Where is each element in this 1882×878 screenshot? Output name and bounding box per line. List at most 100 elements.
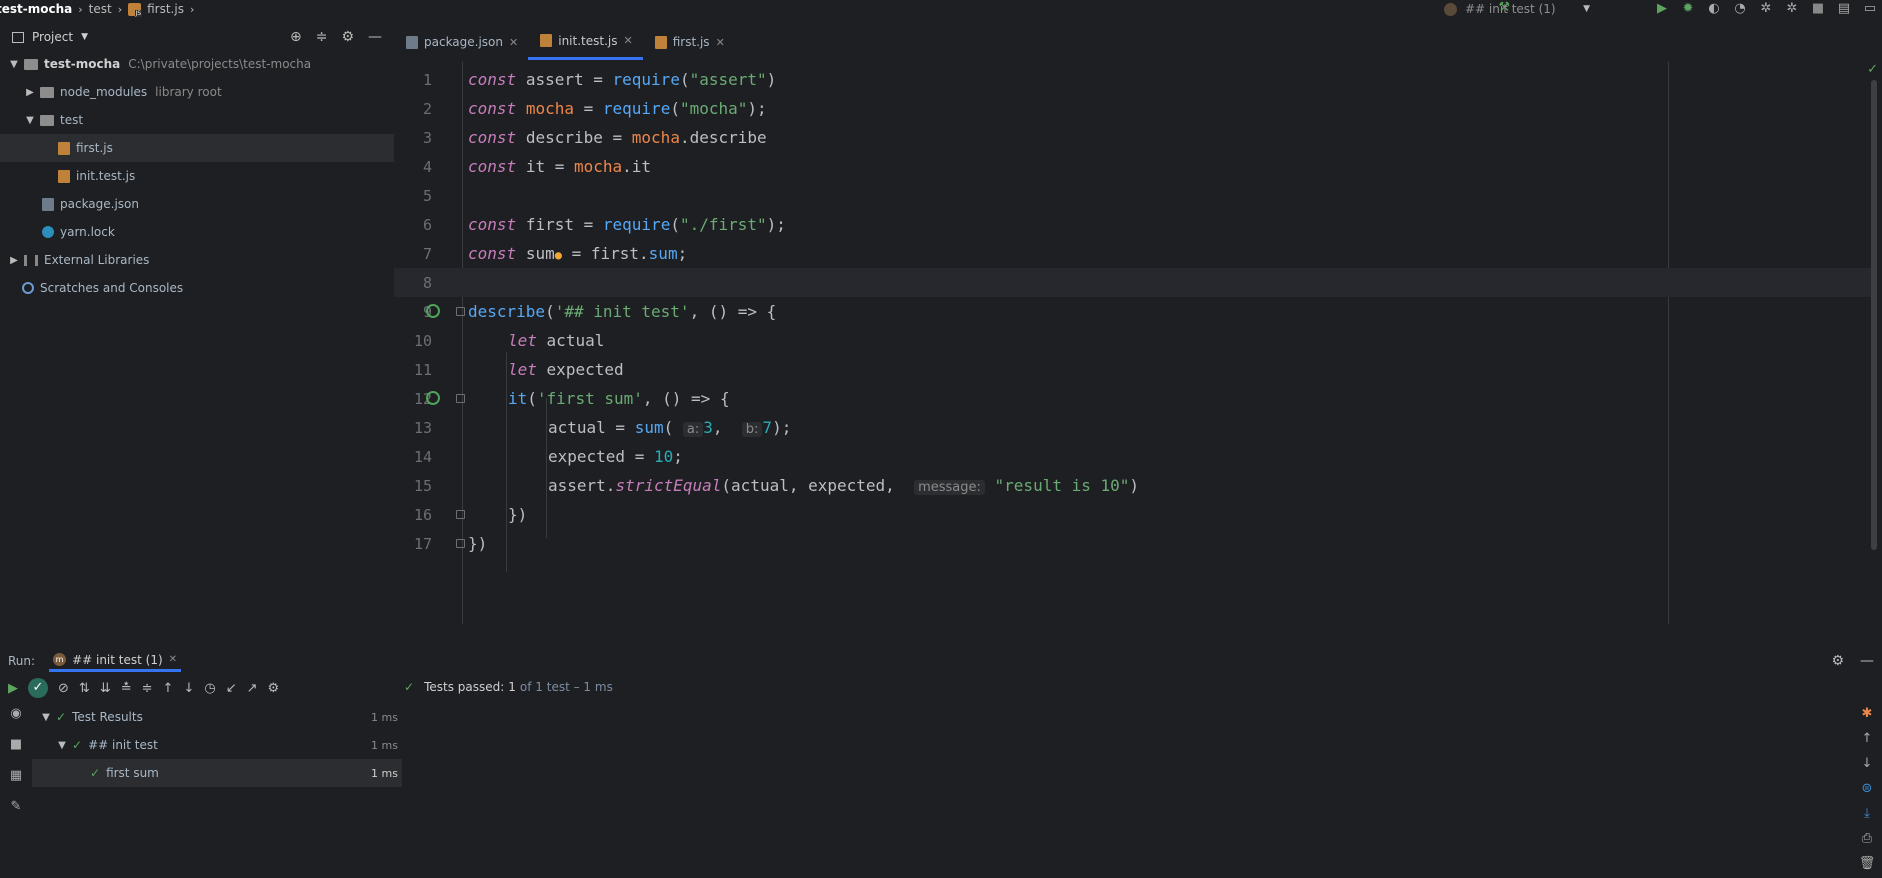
scroll-up-icon[interactable]: ↑ bbox=[1862, 731, 1873, 746]
code-line[interactable]: 9 describe('## init test', () => { bbox=[394, 297, 1872, 326]
next-failed-icon[interactable]: ↓ bbox=[183, 681, 194, 696]
tree-item-yarn-lock[interactable]: yarn.lock bbox=[0, 218, 394, 246]
code-line[interactable]: 6 const first = require("./first"); bbox=[394, 210, 1872, 239]
tree-item-test-folder[interactable]: ▼ test bbox=[0, 106, 394, 134]
run-configuration-select[interactable]: ## init test (1) ▼ bbox=[1438, 1, 1596, 17]
code-line[interactable]: 15 assert.strictEqual(actual, expected, … bbox=[394, 471, 1872, 500]
sort-alphabetically-icon[interactable]: ⇅ bbox=[79, 681, 90, 696]
chevron-down-icon[interactable]: ▼ bbox=[24, 115, 36, 126]
run-tab[interactable]: m ## init test (1) ✕ bbox=[49, 650, 182, 672]
no-problems-check-icon[interactable]: ✓ bbox=[1867, 62, 1878, 77]
fold-icon[interactable] bbox=[456, 510, 465, 519]
debug-point-icon[interactable]: ✱ bbox=[1862, 706, 1873, 721]
chevron-right-icon[interactable]: ▶ bbox=[24, 87, 36, 98]
test-console-output[interactable] bbox=[402, 700, 1852, 878]
code-line[interactable]: 3 const describe = mocha.describe bbox=[394, 123, 1872, 152]
test-result-root[interactable]: ▼ ✓ Test Results 1 ms bbox=[32, 703, 402, 731]
expand-all-icon[interactable]: ≛ bbox=[121, 681, 132, 696]
search-everywhere-icon[interactable]: ▭ bbox=[1862, 1, 1878, 17]
gear-icon[interactable]: ⚙ bbox=[268, 681, 280, 696]
layout-icon[interactable]: ▦ bbox=[10, 768, 22, 783]
import-tests-icon[interactable]: ↙ bbox=[226, 681, 237, 696]
code-line[interactable]: 1 const assert = require("assert") bbox=[394, 65, 1872, 94]
coverage-icon[interactable]: ◐ bbox=[1706, 1, 1722, 17]
editor-scrollbar[interactable] bbox=[1871, 80, 1877, 550]
pin-icon[interactable]: ✎ bbox=[11, 799, 22, 814]
tree-item-external-libraries[interactable]: ▶ External Libraries bbox=[0, 246, 394, 274]
chevron-down-icon[interactable]: ▼ bbox=[40, 712, 52, 723]
gear-icon[interactable]: ⚙ bbox=[1831, 653, 1844, 669]
code-line[interactable]: 11 let expected bbox=[394, 355, 1872, 384]
export-tests-icon[interactable]: ↗ bbox=[247, 681, 258, 696]
minimize-icon[interactable]: — bbox=[1860, 653, 1874, 669]
locate-file-icon[interactable]: ⊕ bbox=[290, 29, 302, 45]
trash-icon[interactable]: 🗑 bbox=[1859, 856, 1876, 871]
tree-item-label: test-mocha bbox=[44, 57, 121, 71]
soft-wrap-icon[interactable]: ⊜ bbox=[1862, 781, 1873, 796]
chevron-down-icon[interactable]: ▼ bbox=[81, 32, 88, 42]
code-line[interactable]: 4 const it = mocha.it bbox=[394, 152, 1872, 181]
test-history-icon[interactable]: ◷ bbox=[204, 681, 215, 696]
code-line[interactable]: 12 it('first sum', () => { bbox=[394, 384, 1872, 413]
project-view-select[interactable]: Project bbox=[32, 30, 73, 44]
sort-by-duration-icon[interactable]: ⇊ bbox=[100, 681, 111, 696]
chevron-right-icon[interactable]: ▶ bbox=[8, 255, 20, 266]
tree-item-package-json[interactable]: package.json bbox=[0, 190, 394, 218]
code-line[interactable]: 13 actual = sum( a: 3, b: 7); bbox=[394, 413, 1872, 442]
profile-icon[interactable]: ◔ bbox=[1732, 1, 1748, 17]
chevron-down-icon[interactable]: ▼ bbox=[8, 59, 20, 70]
test-result-suite[interactable]: ▼ ✓ ## init test 1 ms bbox=[32, 731, 402, 759]
code-line[interactable]: 7 const sum● = first.sum; bbox=[394, 239, 1872, 268]
run-test-gutter-icon[interactable] bbox=[426, 304, 440, 318]
tab-package-json[interactable]: package.json ✕ bbox=[394, 24, 528, 60]
show-ignored-icon[interactable]: ⊘ bbox=[58, 681, 69, 696]
scroll-down-icon[interactable]: ↓ bbox=[1862, 756, 1873, 771]
code-line[interactable]: 16 }) bbox=[394, 500, 1872, 529]
collapse-all-icon[interactable]: ≑ bbox=[142, 681, 153, 696]
rerun-debug-icon[interactable]: ✲ bbox=[1784, 1, 1800, 17]
scroll-to-end-icon[interactable]: ⤓ bbox=[1864, 806, 1870, 821]
tree-item-node-modules[interactable]: ▶ node_modules library root bbox=[0, 78, 394, 106]
tree-item-project-root[interactable]: ▼ test-mocha C:\private\projects\test-mo… bbox=[0, 50, 394, 78]
run-icon[interactable]: ▶ bbox=[1654, 1, 1670, 17]
tree-item-scratches[interactable]: Scratches and Consoles bbox=[0, 274, 394, 302]
debug-icon[interactable]: ✹ bbox=[1680, 1, 1696, 17]
run-test-gutter-icon[interactable] bbox=[426, 391, 440, 405]
code-line[interactable]: 2 const mocha = require("mocha"); bbox=[394, 94, 1872, 123]
previous-failed-icon[interactable]: ↑ bbox=[163, 681, 174, 696]
fold-icon[interactable] bbox=[456, 307, 465, 316]
minimize-icon[interactable]: — bbox=[368, 29, 382, 45]
collapse-all-icon[interactable]: ≑ bbox=[316, 29, 328, 45]
show-passed-icon[interactable]: ✓ bbox=[28, 678, 48, 698]
code-editor[interactable]: 1 const assert = require("assert") 2 con… bbox=[394, 62, 1882, 624]
code-line[interactable]: 14 expected = 10; bbox=[394, 442, 1872, 471]
fold-icon[interactable] bbox=[456, 539, 465, 548]
attach-debugger-icon[interactable]: ✲ bbox=[1758, 1, 1774, 17]
fold-icon[interactable] bbox=[456, 394, 465, 403]
gear-icon[interactable]: ⚙ bbox=[341, 29, 354, 45]
code-line[interactable]: 10 let actual bbox=[394, 326, 1872, 355]
breadcrumb-file[interactable]: first.js bbox=[147, 2, 184, 16]
tab-first-js[interactable]: first.js ✕ bbox=[643, 24, 735, 60]
tree-item-init-test-js[interactable]: init.test.js bbox=[0, 162, 394, 190]
project-structure-icon[interactable]: ▤ bbox=[1836, 1, 1852, 17]
breadcrumb-project[interactable]: test-mocha bbox=[0, 2, 72, 16]
rerun-icon[interactable]: ▶ bbox=[8, 681, 18, 696]
close-icon[interactable]: ✕ bbox=[509, 36, 518, 49]
close-icon[interactable]: ✕ bbox=[623, 34, 632, 47]
close-icon[interactable]: ✕ bbox=[169, 654, 177, 665]
code-line[interactable]: 17 }) bbox=[394, 529, 1872, 558]
chevron-down-icon[interactable]: ▼ bbox=[56, 740, 68, 751]
tab-init-test-js[interactable]: init.test.js ✕ bbox=[528, 24, 643, 60]
tree-item-first-js[interactable]: first.js bbox=[0, 134, 394, 162]
stop-icon[interactable]: ■ bbox=[10, 737, 22, 752]
code-line-current[interactable]: 8 bbox=[394, 268, 1872, 297]
print-icon[interactable]: ⎙ bbox=[1862, 831, 1872, 846]
stop-icon[interactable]: ■ bbox=[1810, 1, 1826, 17]
pin-history-icon[interactable]: ◉ bbox=[10, 706, 21, 721]
breadcrumb-folder[interactable]: test bbox=[89, 2, 112, 16]
lightbulb-icon[interactable]: ● bbox=[555, 248, 562, 262]
code-line[interactable]: 5 bbox=[394, 181, 1872, 210]
close-icon[interactable]: ✕ bbox=[716, 36, 725, 49]
test-result-case[interactable]: ✓ first sum 1 ms bbox=[32, 759, 402, 787]
